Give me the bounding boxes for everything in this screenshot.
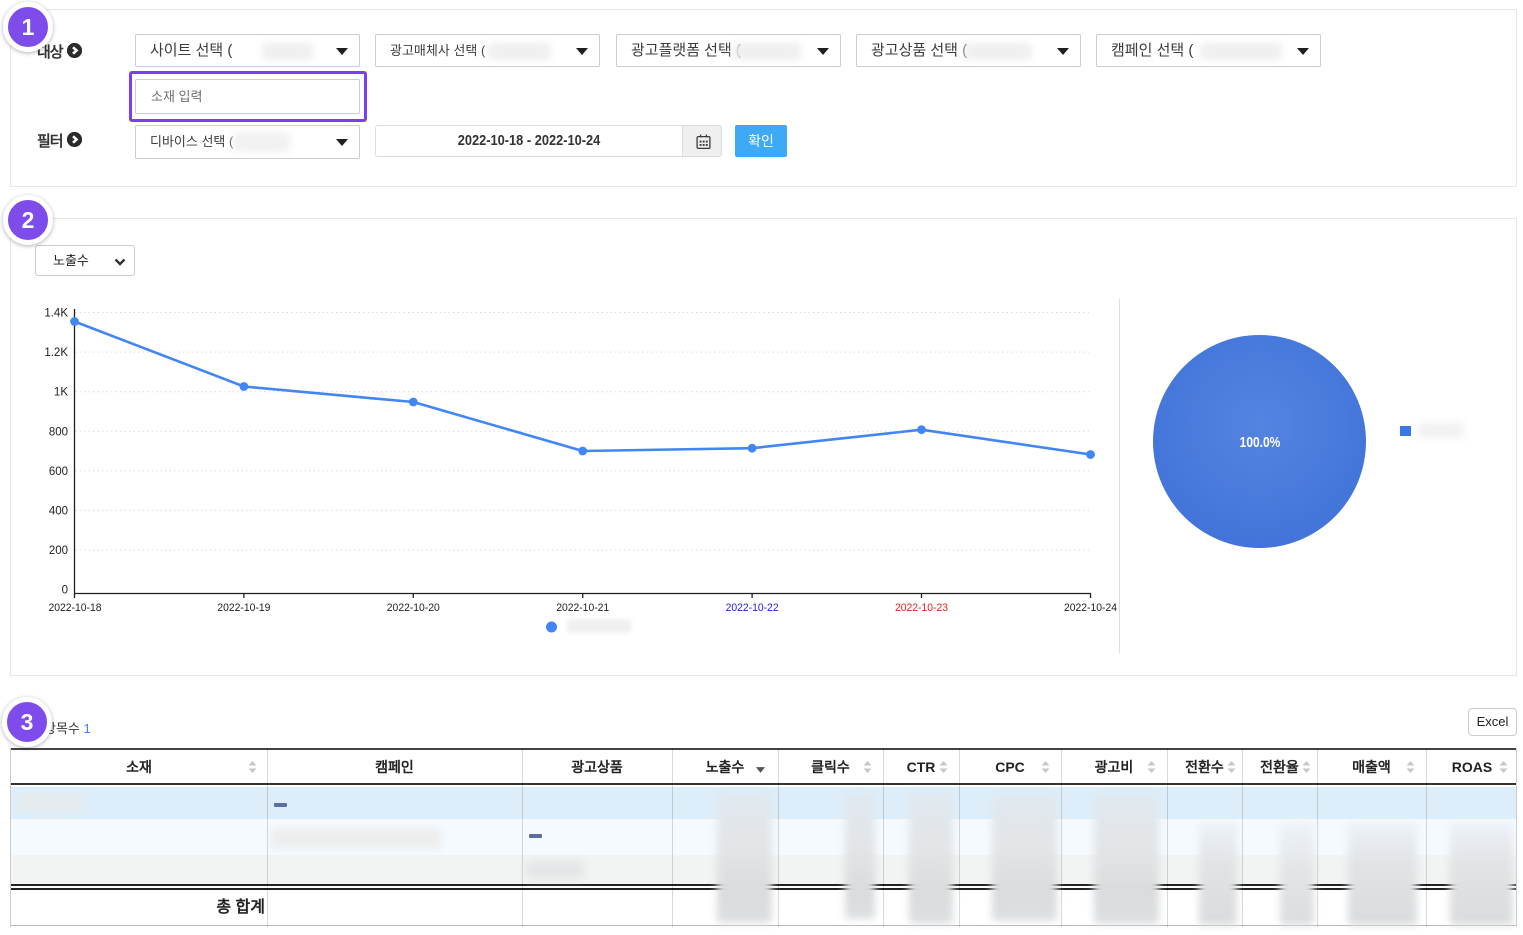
svg-text:2022-10-20: 2022-10-20 (387, 602, 440, 614)
svg-text:2022-10-23: 2022-10-23 (895, 602, 948, 614)
svg-text:200: 200 (49, 545, 68, 557)
svg-text:1.2K: 1.2K (44, 347, 68, 359)
svg-text:2022-10-21: 2022-10-21 (556, 602, 609, 614)
svg-text:2022-10-22: 2022-10-22 (726, 602, 779, 614)
svg-text:2022-10-18: 2022-10-18 (49, 602, 102, 614)
svg-text:400: 400 (49, 505, 68, 517)
svg-text:600: 600 (49, 466, 68, 478)
svg-text:2022-10-19: 2022-10-19 (217, 602, 270, 614)
svg-text:1.4K: 1.4K (44, 308, 68, 320)
svg-text:0: 0 (62, 585, 68, 597)
svg-text:800: 800 (49, 426, 68, 438)
svg-text:1K: 1K (54, 387, 68, 399)
svg-text:2022-10-24: 2022-10-24 (1064, 602, 1117, 614)
